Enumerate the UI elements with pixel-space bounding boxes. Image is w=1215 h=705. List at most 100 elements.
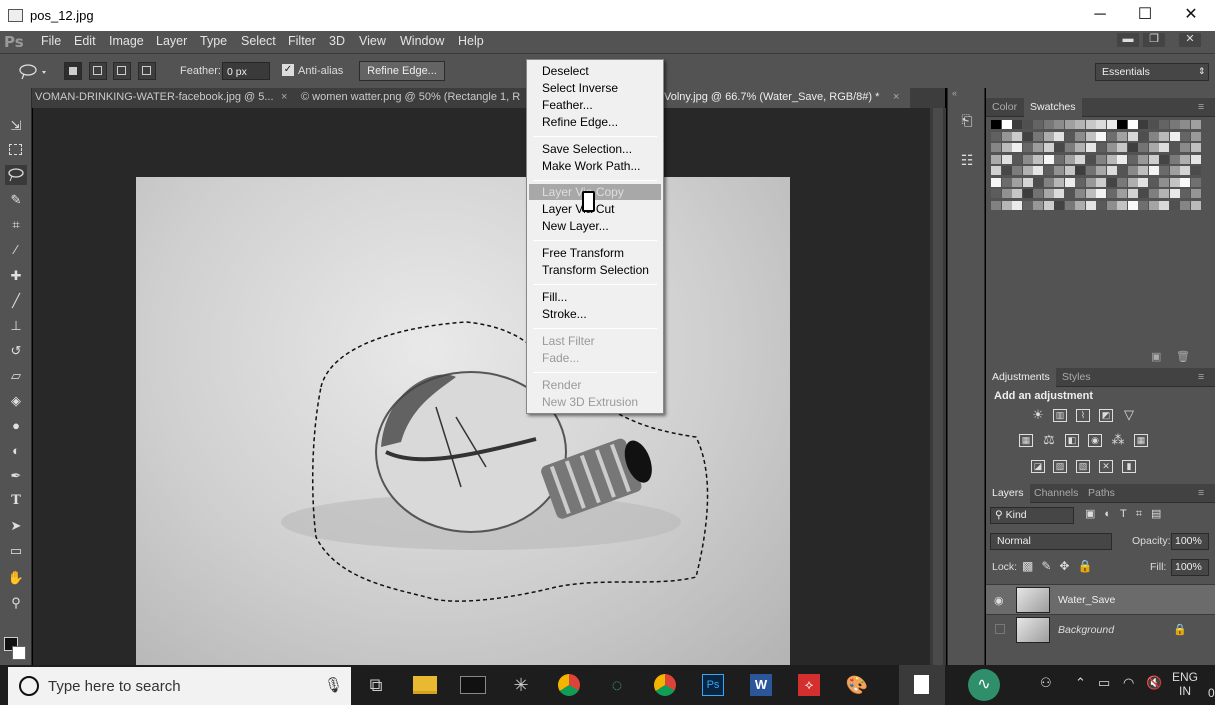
tab-adjustments[interactable]: Adjustments bbox=[986, 368, 1056, 387]
swatch[interactable] bbox=[1001, 154, 1012, 164]
swatch[interactable] bbox=[1138, 177, 1148, 187]
menu-item-free-transform[interactable]: Free Transform bbox=[542, 246, 624, 260]
swatch[interactable] bbox=[1190, 143, 1201, 152]
swatch[interactable] bbox=[1169, 154, 1180, 164]
properties-panel-icon[interactable]: ☷ bbox=[956, 150, 978, 170]
wifi-icon[interactable]: ◠ bbox=[1123, 675, 1134, 691]
chrome-icon[interactable] bbox=[650, 672, 680, 698]
swatch[interactable] bbox=[1127, 166, 1138, 175]
threshold-icon[interactable]: ▧ bbox=[1076, 460, 1090, 473]
swatch[interactable] bbox=[1054, 143, 1064, 152]
swatch[interactable] bbox=[1106, 200, 1117, 210]
channel-mixer-icon[interactable]: ⁂ bbox=[1111, 433, 1125, 447]
active-app-taskbar-button[interactable] bbox=[899, 665, 945, 705]
paint-icon[interactable]: 🎨 bbox=[842, 672, 872, 698]
swatch[interactable] bbox=[1012, 154, 1022, 164]
swatch[interactable] bbox=[1169, 131, 1180, 141]
lasso-tool-icon[interactable] bbox=[5, 165, 27, 185]
photo-filter-icon[interactable]: ◉ bbox=[1088, 434, 1102, 447]
intersect-selection-icon[interactable] bbox=[138, 62, 156, 80]
layer-row[interactable]: ◉ Water_Save bbox=[986, 584, 1215, 614]
tab-swatches[interactable]: Swatches bbox=[1024, 98, 1082, 117]
swatch[interactable] bbox=[1064, 143, 1075, 152]
swatch[interactable] bbox=[1148, 200, 1159, 210]
path-selection-tool-icon[interactable]: ➤ bbox=[5, 516, 27, 536]
menu-item-select-inverse[interactable]: Select Inverse bbox=[542, 81, 618, 95]
swatch[interactable] bbox=[1180, 154, 1190, 164]
file-explorer-icon[interactable] bbox=[410, 672, 440, 698]
swatch[interactable] bbox=[1190, 131, 1201, 141]
swatch[interactable] bbox=[991, 177, 1001, 187]
swatch[interactable] bbox=[1148, 154, 1159, 164]
swatch[interactable] bbox=[1033, 120, 1043, 129]
swatch[interactable] bbox=[1075, 177, 1085, 187]
lock-icons[interactable]: ▩✎✥🔒 bbox=[1022, 559, 1100, 573]
swatch[interactable] bbox=[1106, 189, 1117, 198]
swatch[interactable] bbox=[1001, 200, 1012, 210]
color-balance-icon[interactable]: ⚖ bbox=[1042, 433, 1056, 447]
swatch[interactable] bbox=[1022, 131, 1033, 141]
swatch[interactable] bbox=[1096, 120, 1106, 129]
zoom-tool-icon[interactable]: ⚲ bbox=[5, 593, 27, 613]
swatch[interactable] bbox=[1117, 189, 1127, 198]
menu-item-new-layer[interactable]: New Layer... bbox=[542, 219, 609, 233]
swatch[interactable] bbox=[1033, 131, 1043, 141]
swatch[interactable] bbox=[1054, 120, 1064, 129]
close-button[interactable]: ✕ bbox=[1168, 0, 1214, 31]
layer-name[interactable]: Background bbox=[1058, 624, 1114, 636]
task-view-icon[interactable]: ⧉ bbox=[361, 672, 391, 698]
swatch[interactable] bbox=[1022, 200, 1033, 210]
swatch[interactable] bbox=[1096, 154, 1106, 164]
clone-stamp-tool-icon[interactable]: ⊥ bbox=[5, 316, 27, 336]
swatch[interactable] bbox=[1127, 189, 1138, 198]
terminal-icon[interactable] bbox=[458, 672, 488, 698]
doc-close-button[interactable]: ✕ bbox=[1179, 33, 1201, 47]
blend-mode-select[interactable]: Normal bbox=[990, 533, 1112, 550]
swatch[interactable] bbox=[1022, 189, 1033, 198]
swatch[interactable] bbox=[1033, 154, 1043, 164]
swatch[interactable] bbox=[1117, 177, 1127, 187]
tab-channels[interactable]: Channels bbox=[1034, 487, 1078, 499]
swatch[interactable] bbox=[1190, 200, 1201, 210]
swatch[interactable] bbox=[1043, 154, 1054, 164]
swatch[interactable] bbox=[1169, 189, 1180, 198]
menu-item-transform-selection[interactable]: Transform Selection bbox=[542, 263, 649, 277]
swatch[interactable] bbox=[1180, 120, 1190, 129]
battery-icon[interactable]: ▭ bbox=[1098, 675, 1110, 691]
selective-color-icon[interactable]: ✕ bbox=[1099, 460, 1113, 473]
brightness-icon[interactable]: ☀ bbox=[1031, 408, 1045, 422]
swatch[interactable] bbox=[991, 166, 1001, 175]
word-icon[interactable]: W bbox=[746, 672, 776, 698]
swatch[interactable] bbox=[1075, 143, 1085, 152]
swatch[interactable] bbox=[1085, 143, 1096, 152]
pdf-reader-icon[interactable]: ⟡ bbox=[794, 672, 824, 698]
swatch[interactable] bbox=[1022, 143, 1033, 152]
swatch[interactable] bbox=[1043, 189, 1054, 198]
swatch[interactable] bbox=[1085, 200, 1096, 210]
menu-select[interactable]: Select bbox=[241, 34, 276, 48]
swatch[interactable] bbox=[1169, 143, 1180, 152]
swatch[interactable] bbox=[1159, 189, 1169, 198]
language-indicator[interactable]: ENG IN bbox=[1172, 670, 1198, 698]
chevron-up-icon[interactable]: ⌃ bbox=[1075, 675, 1086, 691]
swatch[interactable] bbox=[1190, 120, 1201, 129]
swatch[interactable] bbox=[1043, 131, 1054, 141]
swatch[interactable] bbox=[1054, 177, 1064, 187]
swatch[interactable] bbox=[1190, 177, 1201, 187]
swatch[interactable] bbox=[1148, 120, 1159, 129]
swatch[interactable] bbox=[1180, 143, 1190, 152]
panel-menu-icon[interactable]: ≡ bbox=[1198, 371, 1204, 383]
blur-tool-icon[interactable]: ● bbox=[5, 416, 27, 436]
swatch[interactable] bbox=[1085, 166, 1096, 175]
swatch[interactable] bbox=[1064, 200, 1075, 210]
swatch[interactable] bbox=[1012, 189, 1022, 198]
swatch[interactable] bbox=[1127, 154, 1138, 164]
swatch[interactable] bbox=[1075, 131, 1085, 141]
swatch[interactable] bbox=[1138, 143, 1148, 152]
history-brush-tool-icon[interactable]: ↺ bbox=[5, 341, 27, 361]
swatch-grid[interactable] bbox=[986, 120, 1215, 220]
swatch[interactable] bbox=[1096, 166, 1106, 175]
trash-icon[interactable]: 🗑 bbox=[1176, 350, 1190, 363]
swatch[interactable] bbox=[1190, 154, 1201, 164]
swatch[interactable] bbox=[1022, 154, 1033, 164]
